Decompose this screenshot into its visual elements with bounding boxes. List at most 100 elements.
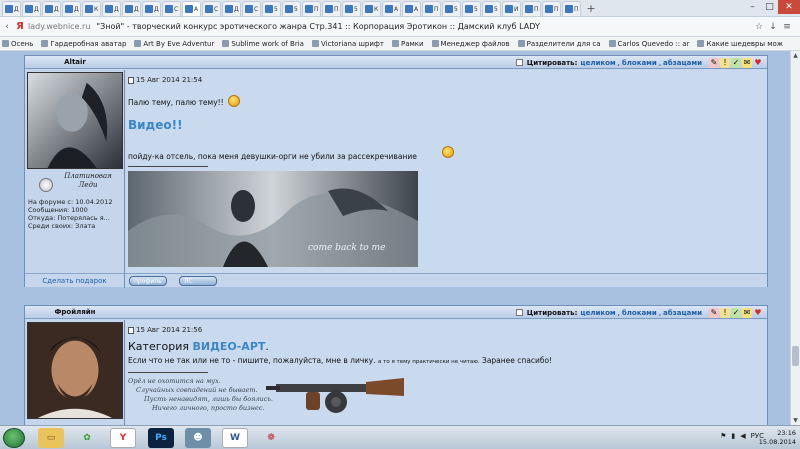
cite-paragraphs-link[interactable]: абзацами: [663, 309, 702, 317]
scroll-down-icon[interactable]: ▼: [792, 417, 799, 424]
browser-tab[interactable]: П: [562, 1, 581, 16]
download-icon[interactable]: ↓: [766, 22, 780, 32]
browser-tab[interactable]: Д: [222, 1, 241, 16]
browser-tab[interactable]: П: [422, 1, 441, 16]
heart-icon[interactable]: ♥: [753, 58, 763, 68]
url-field[interactable]: lady.webnice.ru: [28, 22, 90, 31]
yandex-logo-icon[interactable]: Я: [14, 21, 26, 32]
private-message-button[interactable]: ЛС: [179, 276, 217, 286]
select-checkbox[interactable]: [515, 59, 523, 66]
post-author[interactable]: Altair: [25, 56, 125, 69]
profile-button[interactable]: профиль: [129, 276, 167, 286]
page-scrollbar[interactable]: ▲ ▼: [790, 51, 800, 425]
close-icon[interactable]: ✕: [778, 0, 800, 14]
minimize-icon[interactable]: –: [744, 0, 761, 14]
warning-icon[interactable]: !: [720, 307, 730, 318]
scroll-thumb[interactable]: [792, 346, 799, 366]
bookmark-item[interactable]: Гардеробная аватар: [41, 40, 126, 48]
photoshop-icon[interactable]: Ps: [148, 428, 174, 448]
edit-icon[interactable]: ✓: [731, 307, 741, 318]
quote-icon[interactable]: ✎: [709, 57, 719, 68]
browser-tab[interactable]: С: [242, 1, 261, 16]
tab-label: И: [514, 5, 519, 13]
address-bar: ‹ Я lady.webnice.ru "Зной" - творческий …: [0, 17, 800, 37]
network-icon[interactable]: ▮: [731, 432, 735, 440]
select-checkbox[interactable]: [515, 309, 523, 316]
browser-tab[interactable]: 5: [482, 1, 501, 16]
warning-icon[interactable]: !: [720, 57, 730, 68]
post-headline: Видео!!: [128, 118, 183, 132]
back-icon[interactable]: ‹: [0, 22, 14, 32]
bookmark-item[interactable]: Victoriana шрифт: [311, 40, 384, 48]
browser-tab[interactable]: П: [322, 1, 341, 16]
flag-icon[interactable]: ⚑: [720, 432, 726, 440]
cite-paragraphs-link[interactable]: абзацами: [663, 59, 702, 67]
bookmark-item[interactable]: Какие шедевры мож: [697, 40, 783, 48]
start-button[interactable]: [3, 428, 25, 448]
avatar[interactable]: [27, 72, 123, 169]
yandex-browser-icon[interactable]: Y: [110, 428, 136, 448]
cite-blocks-link[interactable]: блоками: [622, 59, 657, 67]
tab-favicon-icon: [105, 5, 113, 13]
avatar[interactable]: [27, 322, 123, 419]
heart-icon[interactable]: ♥: [753, 308, 763, 318]
browser-tab[interactable]: 5: [262, 1, 281, 16]
browser-tab[interactable]: П: [522, 1, 541, 16]
cite-blocks-link[interactable]: блоками: [622, 309, 657, 317]
browser-tab[interactable]: 5: [282, 1, 301, 16]
browser-tab[interactable]: 5: [462, 1, 481, 16]
browser-tab[interactable]: А: [382, 1, 401, 16]
signature-line: Пусть ненавидят, лишь бы боялись.: [144, 395, 273, 403]
bookmark-icon: [431, 40, 439, 47]
cite-whole-link[interactable]: целиком: [580, 59, 615, 67]
browser-tab[interactable]: И: [502, 1, 521, 16]
bookmark-item[interactable]: Art By Eve Adventur: [134, 40, 214, 48]
browser-tab[interactable]: 5: [342, 1, 361, 16]
browser-tab[interactable]: Д: [142, 1, 161, 16]
new-tab-icon[interactable]: +: [584, 2, 598, 16]
browser-tab[interactable]: А: [182, 1, 201, 16]
tab-favicon-icon: [345, 5, 353, 13]
icq-icon[interactable]: ✿: [74, 428, 100, 448]
browser-tab[interactable]: 5: [442, 1, 461, 16]
tab-label: 5: [474, 5, 478, 13]
browser-tab[interactable]: С: [202, 1, 221, 16]
bookmark-icon: [391, 40, 399, 47]
volume-icon[interactable]: ◀: [740, 432, 745, 440]
browser-tab[interactable]: К: [362, 1, 381, 16]
explorer-icon[interactable]: ▭: [38, 428, 64, 448]
maximize-icon[interactable]: □: [761, 0, 778, 14]
bookmark-item[interactable]: Осень: [2, 40, 33, 48]
bookmark-item[interactable]: Рамки: [391, 40, 424, 48]
bookmark-item[interactable]: Sublime work of Bria: [222, 40, 304, 48]
bookmark-item[interactable]: Carlos Quevedo :: ar: [608, 40, 689, 48]
edit-icon[interactable]: ✓: [731, 57, 741, 68]
cite-whole-link[interactable]: целиком: [580, 309, 615, 317]
bookmark-item[interactable]: Разделители для са: [517, 40, 601, 48]
star-icon[interactable]: ☆: [752, 22, 766, 32]
gift-link[interactable]: Сделать подарок: [25, 274, 125, 288]
browser-tab[interactable]: Д: [62, 1, 81, 16]
browser-tab[interactable]: Д: [2, 1, 21, 16]
browser-tab[interactable]: Д: [42, 1, 61, 16]
system-clock[interactable]: 23:16 15.08.2014: [759, 429, 796, 447]
game-icon[interactable]: ☻: [185, 428, 211, 448]
menu-icon[interactable]: ≡: [780, 22, 794, 32]
post-author[interactable]: Фройляйн: [25, 306, 125, 319]
picasa-icon[interactable]: ❁: [258, 428, 284, 448]
mail-icon[interactable]: ✉: [742, 57, 752, 68]
browser-tab[interactable]: П: [302, 1, 321, 16]
browser-tab[interactable]: А: [402, 1, 421, 16]
browser-tab[interactable]: П: [542, 1, 561, 16]
word-icon[interactable]: W: [222, 428, 248, 448]
browser-tab[interactable]: С: [162, 1, 181, 16]
browser-tab[interactable]: К: [82, 1, 101, 16]
browser-tab[interactable]: Д: [122, 1, 141, 16]
bookmark-item[interactable]: Менеджер файлов: [431, 40, 510, 48]
bookmark-icon: [2, 40, 9, 47]
browser-tab[interactable]: Д: [22, 1, 41, 16]
mail-icon[interactable]: ✉: [742, 307, 752, 318]
scroll-up-icon[interactable]: ▲: [792, 52, 799, 59]
quote-icon[interactable]: ✎: [709, 307, 719, 318]
browser-tab[interactable]: Д: [102, 1, 121, 16]
